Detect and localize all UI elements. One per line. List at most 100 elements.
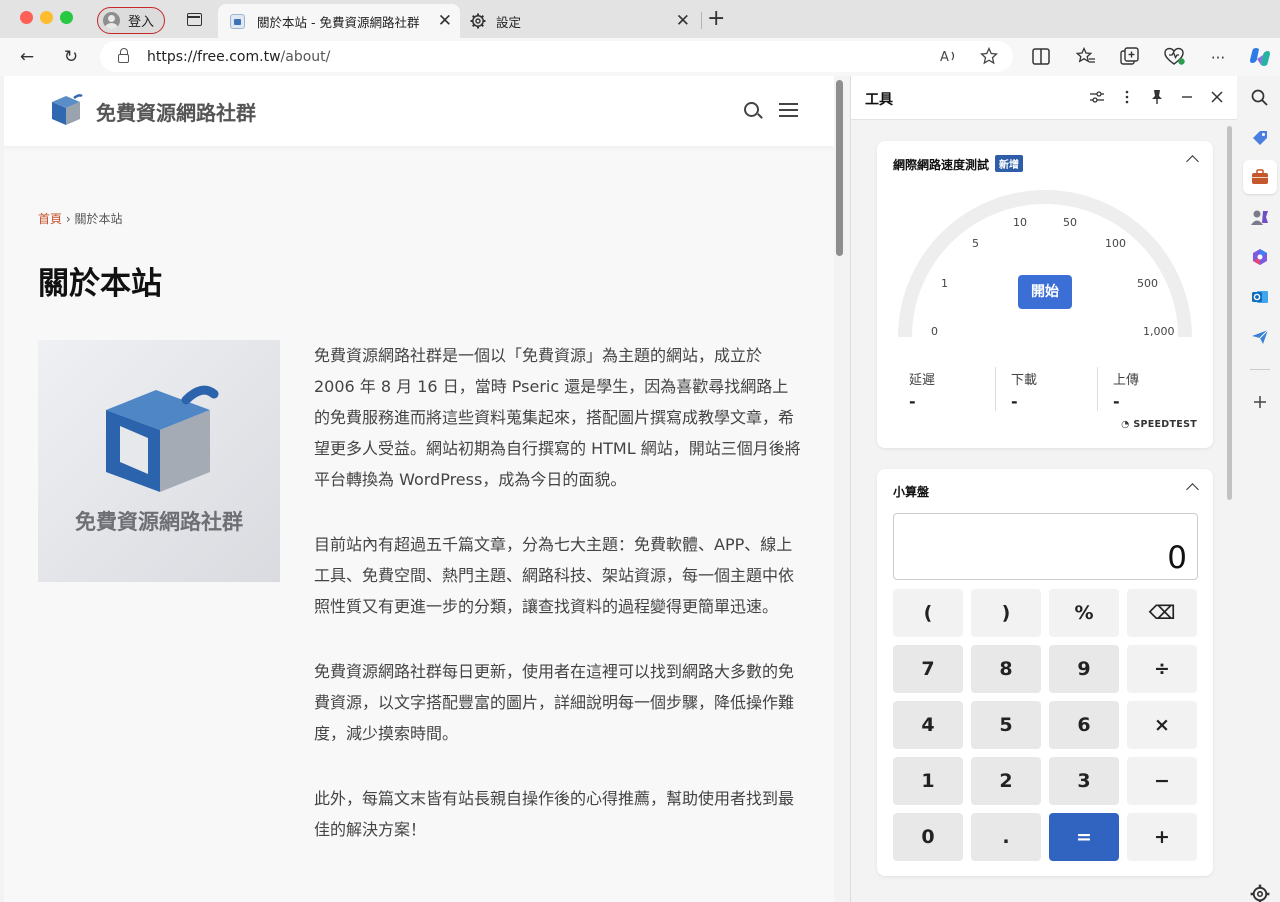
close-window-button[interactable]: [20, 11, 33, 24]
tab-separator: [701, 12, 702, 29]
tab-settings[interactable]: 設定 ✕: [466, 4, 696, 38]
search-icon[interactable]: [1250, 88, 1270, 108]
article-paragraph: 免費資源網路社群每日更新，使用者在這裡可以找到網路大多數的免費資源，以文字搭配豐…: [314, 662, 795, 743]
key-8[interactable]: 8: [971, 645, 1041, 693]
breadcrumb-home-link[interactable]: 首頁: [38, 212, 62, 226]
split-screen-icon[interactable]: [1032, 48, 1050, 65]
panel-header: 工具: [851, 76, 1237, 120]
add-icon[interactable]: [1250, 392, 1270, 412]
tab-title: 設定: [496, 14, 522, 30]
stat-value: -: [1011, 392, 1018, 411]
tab-actions-icon[interactable]: [187, 13, 202, 26]
collapse-chevron-icon[interactable]: [1186, 155, 1199, 168]
key-0[interactable]: 0: [893, 813, 963, 861]
key-6[interactable]: 6: [1049, 701, 1119, 749]
stat-value: -: [909, 392, 916, 411]
menu-icon[interactable]: [779, 103, 798, 117]
toolbox-icon[interactable]: [1250, 167, 1270, 187]
calculator-display: 0: [893, 513, 1198, 580]
minimize-window-button[interactable]: [40, 11, 53, 24]
avatar-icon: [103, 12, 120, 29]
key-open-paren[interactable]: (: [893, 589, 963, 637]
read-aloud-icon[interactable]: A: [940, 48, 958, 64]
outlook-icon[interactable]: [1250, 287, 1270, 307]
microsoft-365-icon[interactable]: [1250, 247, 1270, 267]
key-percent[interactable]: %: [1049, 589, 1119, 637]
site-logo-icon[interactable]: [46, 92, 86, 128]
favorite-star-icon[interactable]: [980, 47, 998, 65]
backspace-icon[interactable]: ⌫: [1127, 589, 1197, 637]
games-icon[interactable]: [1250, 207, 1270, 227]
tab-strip: 登入 關於本站 - 免費資源網路社群 ✕ 設定 ✕ +: [0, 0, 1280, 38]
more-menu-button[interactable]: ···: [1206, 45, 1230, 71]
article-body: 免費資源網路社群是一個以「免費資源」為主題的網站，成立於 2006 年 8 月 …: [314, 340, 804, 879]
key-5[interactable]: 5: [971, 701, 1041, 749]
calculator-card: 小算盤 0 ( ) % ⌫ 7 8 9 ÷ 4 5 6 × 1 2 3 − 0 …: [877, 469, 1213, 876]
key-1[interactable]: 1: [893, 757, 963, 805]
site-title[interactable]: 免費資源網路社群: [96, 97, 256, 126]
collections-icon[interactable]: [1120, 47, 1140, 66]
minimize-panel-icon[interactable]: [1177, 89, 1197, 105]
customize-sliders-icon[interactable]: [1087, 90, 1107, 104]
url-host: https://free.com.tw: [147, 48, 281, 65]
key-divide[interactable]: ÷: [1127, 645, 1197, 693]
cube-logo-icon: [106, 385, 219, 492]
gauge-label: 0: [931, 325, 938, 338]
lock-icon: [118, 48, 129, 63]
back-button[interactable]: ←: [15, 44, 39, 70]
speedtest-start-button[interactable]: 開始: [1018, 275, 1072, 309]
close-panel-icon[interactable]: [1207, 89, 1227, 105]
key-7[interactable]: 7: [893, 645, 963, 693]
gauge-label: 10: [1013, 216, 1027, 229]
new-tab-button[interactable]: +: [707, 6, 725, 32]
speedtest-brand: ◔ SPEEDTEST: [1121, 419, 1197, 430]
tools-sidebar-panel: 工具 網際網路速度測試 新增 0 1 5 10 50 100 500 1,000…: [850, 76, 1237, 902]
reload-button[interactable]: ↻: [59, 44, 83, 70]
speedtest-title: 網際網路速度測試 新增: [893, 155, 1024, 173]
profile-label: 登入: [128, 15, 155, 30]
favorites-icon[interactable]: [1076, 47, 1096, 65]
key-close-paren[interactable]: ): [971, 589, 1041, 637]
gauge-label: 50: [1063, 216, 1077, 229]
speedtest-brand-text: SPEEDTEST: [1133, 419, 1197, 430]
stat-divider: [1097, 367, 1098, 411]
shopping-tag-icon[interactable]: [1250, 128, 1270, 148]
page-scrollbar[interactable]: [836, 80, 843, 256]
sidebar-rail: [1240, 76, 1280, 902]
address-bar[interactable]: https://free.com.tw/about/ A: [100, 41, 1013, 72]
svg-text:A: A: [940, 50, 949, 64]
key-4[interactable]: 4: [893, 701, 963, 749]
key-plus[interactable]: +: [1127, 813, 1197, 861]
key-equals[interactable]: =: [1049, 813, 1119, 861]
key-9[interactable]: 9: [1049, 645, 1119, 693]
send-icon[interactable]: [1250, 327, 1270, 347]
key-decimal[interactable]: .: [971, 813, 1041, 861]
key-3[interactable]: 3: [1049, 757, 1119, 805]
web-page: 免費資源網路社群 首頁 › 關於本站 關於本站 免費資源網路社群 免費資源網路社…: [4, 76, 834, 902]
url-path: /about/: [280, 48, 331, 65]
close-tab-icon[interactable]: ✕: [438, 11, 452, 31]
key-2[interactable]: 2: [971, 757, 1041, 805]
breadcrumb-separator: ›: [65, 212, 71, 226]
key-multiply[interactable]: ×: [1127, 701, 1197, 749]
key-minus[interactable]: −: [1127, 757, 1197, 805]
search-icon[interactable]: [744, 102, 759, 117]
copilot-icon[interactable]: [1248, 45, 1272, 69]
speed-gauge: [898, 190, 1192, 338]
new-badge: 新增: [995, 155, 1024, 172]
collapse-chevron-icon[interactable]: [1186, 483, 1199, 496]
pin-icon[interactable]: [1147, 89, 1167, 105]
more-options-icon[interactable]: [1117, 89, 1137, 105]
profile-button[interactable]: 登入: [97, 7, 165, 34]
upload-stat: 上傳 -: [1113, 369, 1213, 411]
close-tab-icon[interactable]: ✕: [676, 11, 690, 31]
panel-scrollbar[interactable]: [1227, 126, 1232, 500]
sidebar-settings-icon[interactable]: [1250, 884, 1270, 902]
browser-essentials-icon[interactable]: [1164, 47, 1186, 66]
zoom-window-button[interactable]: [60, 11, 73, 24]
calculator-title: 小算盤: [893, 485, 930, 499]
calculator-value: 0: [1167, 540, 1187, 576]
tab-about[interactable]: 關於本站 - 免費資源網路社群 ✕: [218, 4, 460, 38]
latency-stat: 延遲 -: [909, 369, 1009, 411]
speedtest-card: 網際網路速度測試 新增 0 1 5 10 50 100 500 1,000 開始 …: [877, 141, 1213, 448]
